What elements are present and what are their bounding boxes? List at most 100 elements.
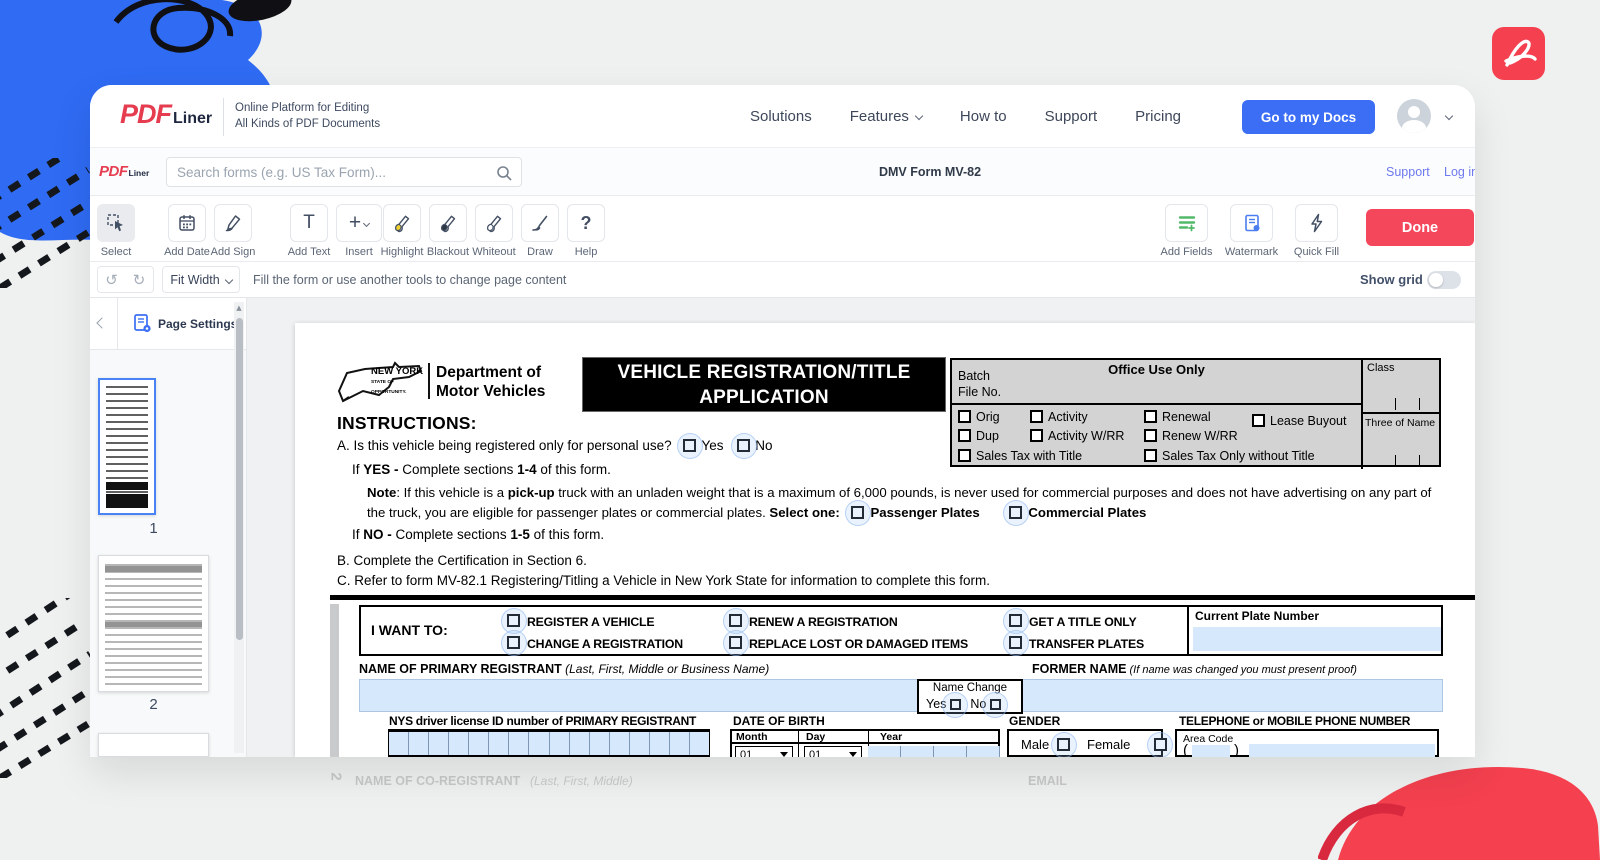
support-link[interactable]: Support [1386, 165, 1430, 179]
current-plate-label: Current Plate Number [1195, 609, 1319, 623]
office-checkbox-sales-tax-title[interactable]: Sales Tax with Title [958, 449, 1082, 463]
quick-fill-tool[interactable]: Quick Fill [1295, 204, 1338, 256]
dropdown-arrow-icon [780, 752, 788, 757]
logo-divider [428, 363, 430, 399]
current-plate-field[interactable] [1193, 627, 1441, 651]
office-checkbox-sales-tax-only[interactable]: Sales Tax Only without Title [1144, 449, 1315, 463]
question-mark-icon: ? [581, 213, 592, 234]
avatar-chevron-icon[interactable] [1445, 112, 1453, 120]
passenger-plates-checkbox[interactable] [851, 506, 864, 519]
nav-solutions[interactable]: Solutions [750, 108, 812, 125]
main-header: PDFLiner Online Platform for Editing All… [90, 85, 1475, 148]
primary-registrant-label: NAME OF PRIMARY REGISTRANT (Last, First,… [359, 662, 769, 676]
page-number-2: 2 [98, 696, 209, 713]
go-to-my-docs-button[interactable]: Go to my Docs [1242, 100, 1375, 134]
column-divider [798, 731, 799, 757]
paintbrush-icon [530, 213, 550, 233]
license-id-grid[interactable] [388, 729, 710, 757]
sidebar-scrollbar[interactable]: ▲ [234, 302, 244, 753]
highlight-tool[interactable]: Highlight [383, 204, 421, 256]
highlight-brush-icon [392, 213, 412, 233]
phone-number-field[interactable] [1249, 744, 1435, 757]
get-title-only-checkbox[interactable] [1009, 614, 1022, 627]
page-thumbnail-3[interactable] [98, 733, 209, 757]
section-side-bar [330, 604, 339, 757]
female-checkbox[interactable] [1154, 738, 1167, 751]
office-checkbox-dup[interactable]: Dup [958, 429, 999, 443]
pdfliner-logo[interactable]: PDFLiner [120, 99, 212, 130]
page-thumbnail-1[interactable] [98, 378, 156, 515]
collapse-sidebar-icon[interactable] [96, 317, 107, 328]
nav-pricing[interactable]: Pricing [1135, 108, 1181, 125]
dropdown-arrow-icon [849, 752, 857, 757]
nav-support[interactable]: Support [1045, 108, 1098, 125]
nav-features[interactable]: Features [850, 108, 922, 125]
renew-registration-checkbox[interactable] [729, 614, 742, 627]
office-checkbox-activity-wrr[interactable]: Activity W/RR [1030, 429, 1124, 443]
i-want-to-box: I WANT TO: REGISTER A VEHICLE CHANGE A R… [359, 605, 1443, 656]
pdfliner-mini-logo[interactable]: PDFLiner [99, 163, 149, 181]
calendar-icon [177, 213, 197, 233]
select-tool[interactable]: Select [97, 204, 135, 256]
dob-month-select[interactable]: 01 [735, 746, 793, 757]
whiteout-tool[interactable]: Whiteout [475, 204, 513, 256]
avatar[interactable] [1397, 99, 1431, 133]
watermark-tool[interactable]: Watermark [1230, 204, 1273, 256]
login-link[interactable]: Log in [1444, 165, 1475, 179]
register-vehicle-checkbox[interactable] [507, 614, 520, 627]
name-change-no-checkbox[interactable] [990, 699, 1001, 710]
add-date-tool[interactable]: Add Date [168, 204, 206, 256]
area-code-field[interactable] [1192, 745, 1230, 757]
office-checkbox-lease-buyout[interactable]: Lease Buyout [1252, 414, 1346, 428]
renew-registration-label: RENEW A REGISTRATION [749, 615, 898, 629]
replace-items-checkbox[interactable] [729, 636, 742, 649]
no-checkbox[interactable] [737, 439, 750, 452]
chevron-down-icon [224, 275, 232, 283]
office-checkbox-activity[interactable]: Activity [1030, 410, 1088, 424]
scroll-up-arrow[interactable]: ▲ [234, 304, 244, 312]
office-checkbox-renew-wrr[interactable]: Renew W/RR [1144, 429, 1238, 443]
zoom-level-dropdown[interactable]: Fit Width [162, 266, 240, 293]
avatar-body [1402, 120, 1426, 133]
done-button[interactable]: Done [1366, 209, 1474, 246]
name-change-yes-checkbox[interactable] [950, 699, 961, 710]
gender-label: GENDER [1009, 714, 1060, 728]
help-tool[interactable]: ? Help [567, 204, 605, 256]
search-icon[interactable] [496, 165, 512, 181]
commercial-plates-checkbox[interactable] [1009, 506, 1022, 519]
i-want-to-heading: I WANT TO: [371, 622, 448, 638]
nav-how-to[interactable]: How to [960, 108, 1007, 125]
office-checkbox-orig[interactable]: Orig [958, 410, 1000, 424]
yes-checkbox[interactable] [683, 439, 696, 452]
page-settings-label[interactable]: Page Settings [158, 317, 237, 331]
male-checkbox[interactable] [1057, 738, 1070, 751]
blackout-tool[interactable]: Blackout [429, 204, 467, 256]
draw-tool[interactable]: Draw [521, 204, 559, 256]
search-input[interactable] [167, 158, 477, 186]
add-text-tool[interactable]: T Add Text [290, 204, 328, 256]
pages-sidebar: Page Settings 1 2 ▲ [90, 298, 247, 757]
get-title-only-label: GET A TITLE ONLY [1029, 615, 1136, 629]
add-sign-tool[interactable]: Add Sign [214, 204, 252, 256]
area-code-label: Area Code [1183, 733, 1233, 745]
office-use-only-box: Office Use Only Batch File No. Orig Acti… [950, 358, 1441, 467]
redo-button[interactable]: ↻ [125, 266, 154, 293]
main-nav: Solutions Features How to Support Pricin… [750, 85, 1181, 148]
undo-button[interactable]: ↺ [97, 266, 126, 293]
tick-mark [1419, 398, 1420, 410]
insert-tool[interactable]: + Insert [336, 204, 382, 256]
batch-file-cell: Office Use Only Batch File No. [952, 360, 1361, 405]
show-grid-toggle[interactable] [1427, 271, 1461, 289]
former-name-label: FORMER NAME (If name was changed you mus… [1032, 662, 1357, 676]
change-registration-checkbox[interactable] [507, 636, 520, 649]
dob-day-select[interactable]: 01 [804, 746, 862, 757]
co-registrant-hint: (Last, First, Middle) [530, 774, 633, 788]
page-number-1: 1 [98, 520, 209, 537]
page-thumbnail-2[interactable] [98, 555, 209, 692]
scrollbar-thumb[interactable] [236, 318, 243, 640]
add-fields-tool[interactable]: Add Fields [1165, 204, 1208, 256]
office-checkbox-renewal[interactable]: Renewal [1144, 410, 1211, 424]
transfer-plates-checkbox[interactable] [1009, 636, 1022, 649]
dob-year-field[interactable] [868, 746, 1000, 757]
registrant-name-field[interactable]: Name Change Yes No [359, 679, 1443, 712]
